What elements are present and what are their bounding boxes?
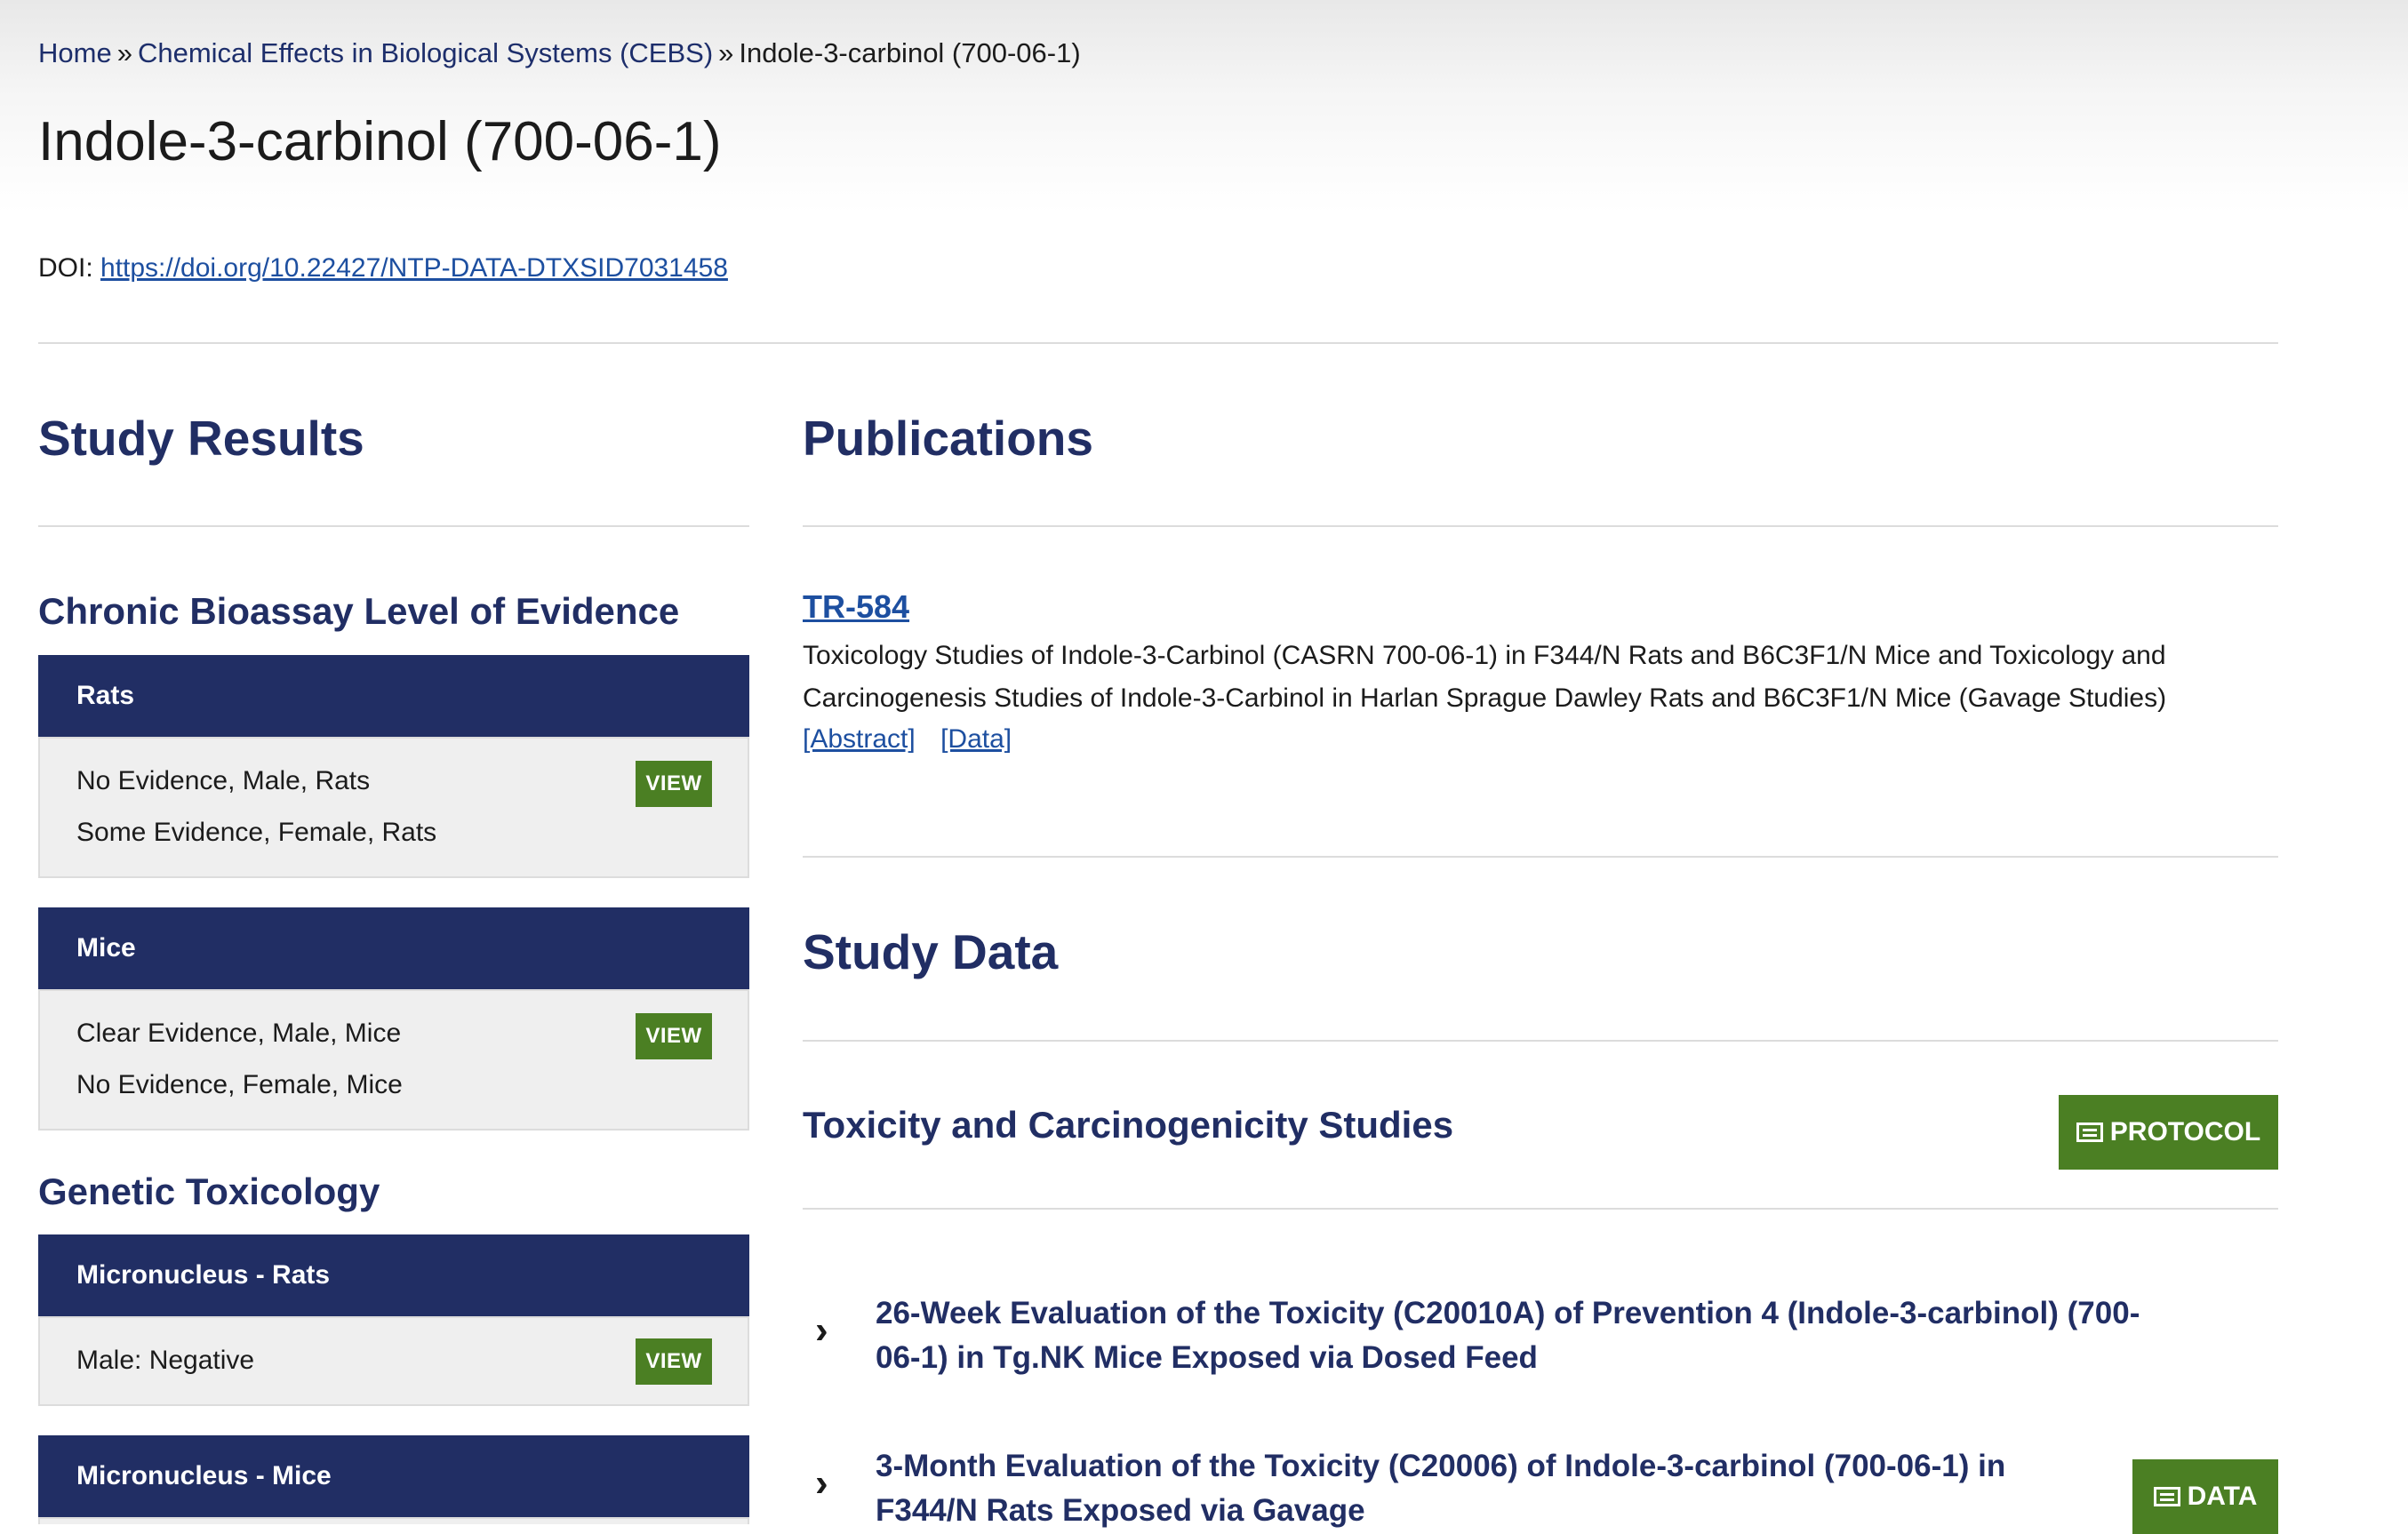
divider [803, 1208, 2278, 1210]
divider [803, 856, 2278, 858]
micronucleus-rats-header: Micronucleus - Rats [38, 1234, 749, 1316]
table-icon [2153, 1487, 2180, 1506]
study-title[interactable]: 3-Month Evaluation of the Toxicity (C200… [876, 1444, 2058, 1533]
protocol-button-label: PROTOCOL [2109, 1117, 2261, 1147]
evidence-row: Clear Evidence, Male, Mice [76, 1019, 402, 1048]
data-button-label: DATA [2187, 1482, 2258, 1511]
toxicity-studies-heading: Toxicity and Carcinogenicity Studies [803, 1104, 1454, 1146]
mice-card-title: Mice [76, 933, 136, 963]
mice-card-body: Clear Evidence, Male, Mice No Evidence, … [38, 989, 749, 1131]
publication-description: Toxicology Studies of Indole-3-Carbinol … [803, 641, 2167, 713]
divider [38, 342, 2278, 344]
mice-view-button[interactable]: VIEW [636, 1013, 712, 1059]
divider [803, 525, 2278, 527]
data-button[interactable]: DATA [2132, 1459, 2278, 1534]
micronucleus-rats-title: Micronucleus - Rats [76, 1260, 331, 1290]
doi-link[interactable]: https://doi.org/10.22427/NTP-DATA-DTXSID… [100, 253, 728, 283]
evidence-row: No Evidence, Female, Mice [76, 1070, 403, 1099]
publications-heading: Publications [803, 411, 1093, 466]
chevron-right-icon[interactable]: › [815, 1311, 828, 1350]
mice-card-header: Mice [38, 907, 749, 989]
breadcrumb-home-link[interactable]: Home [38, 37, 112, 68]
breadcrumb-cebs-link[interactable]: Chemical Effects in Biological Systems (… [138, 37, 713, 68]
study-data-heading: Study Data [803, 924, 1059, 979]
doi: DOI: https://doi.org/10.22427/NTP-DATA-D… [38, 249, 728, 288]
chronic-bioassay-heading: Chronic Bioassay Level of Evidence [38, 590, 680, 632]
table-icon [2076, 1123, 2103, 1142]
evidence-row: No Evidence, Male, Rats [76, 766, 371, 795]
genetic-toxicology-heading: Genetic Toxicology [38, 1170, 380, 1212]
breadcrumb-current: Indole-3-carbinol (700-06-1) [739, 37, 1081, 68]
data-link[interactable]: [Data] [940, 724, 1012, 754]
abstract-link[interactable]: [Abstract] [803, 724, 916, 754]
study-title[interactable]: 26-Week Evaluation of the Toxicity (C200… [876, 1291, 2156, 1380]
micronucleus-mice-title: Micronucleus - Mice [76, 1461, 332, 1490]
chevron-right-icon[interactable]: › [815, 1464, 828, 1503]
breadcrumb-separator: » [718, 37, 734, 68]
micronucleus-mice-body [38, 1517, 749, 1524]
evidence-row: Some Evidence, Female, Rats [76, 818, 437, 847]
micronucleus-rats-view-button[interactable]: VIEW [636, 1338, 712, 1385]
rats-card-body: No Evidence, Male, Rats Some Evidence, F… [38, 737, 749, 878]
micronucleus-rats-body: Male: Negative VIEW [38, 1316, 749, 1406]
micronucleus-mice-header: Micronucleus - Mice [38, 1435, 749, 1517]
tr-584-link[interactable]: TR-584 [803, 588, 909, 626]
protocol-button[interactable]: PROTOCOL [2059, 1095, 2278, 1170]
breadcrumb: Home» Chemical Effects in Biological Syst… [38, 34, 1081, 73]
rats-view-button[interactable]: VIEW [636, 761, 712, 807]
result-row: Male: Negative [76, 1346, 255, 1375]
rats-card-header: Rats [38, 655, 749, 737]
rats-card-title: Rats [76, 681, 135, 710]
page-title: Indole-3-carbinol (700-06-1) [38, 111, 722, 172]
divider [803, 1040, 2278, 1042]
page: Home» Chemical Effects in Biological Syst… [0, 0, 2408, 1534]
doi-label: DOI: [38, 253, 93, 283]
study-item[interactable]: › 26-Week Evaluation of the Toxicity (C2… [803, 1291, 2207, 1389]
study-results-heading: Study Results [38, 411, 364, 466]
study-item[interactable]: › 3-Month Evaluation of the Toxicity (C2… [803, 1444, 2207, 1528]
publication-links: [Abstract] [Data] [803, 720, 1029, 759]
breadcrumb-separator: » [116, 37, 132, 68]
divider [38, 525, 749, 527]
